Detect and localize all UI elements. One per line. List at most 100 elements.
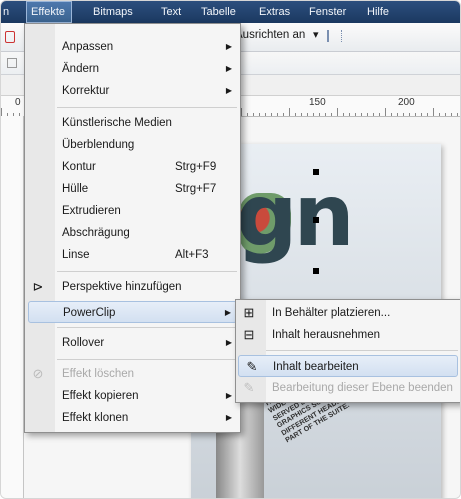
menu-item-inhalt-herausnehmen[interactable]: ⊟ Inhalt herausnehmen <box>236 324 460 346</box>
menu-item-inhalt-bearbeiten[interactable]: ✎ Inhalt bearbeiten <box>238 355 458 377</box>
ruler-tick <box>325 113 326 116</box>
ruler-tick <box>439 113 440 116</box>
ruler-tick <box>319 113 320 116</box>
ruler-tick <box>457 113 458 116</box>
menu-item-rollover[interactable]: Rollover ▶ <box>25 332 240 354</box>
menu-item-effekt-klonen[interactable]: Effekt klonen ▶ <box>25 407 240 429</box>
ruler-label: 200 <box>398 97 415 108</box>
menu-separator <box>57 359 237 360</box>
submenu-arrow-icon: ▶ <box>225 338 232 347</box>
menu-item-label: Anpassen <box>62 41 114 53</box>
ruler-tick <box>253 113 254 116</box>
ruler-tick <box>379 113 380 116</box>
menu-fenster[interactable]: Fenster <box>309 1 346 23</box>
submenu-arrow-icon: ▶ <box>224 308 231 317</box>
menu-bitmaps[interactable]: Bitmaps <box>93 1 133 23</box>
ruler-tick <box>295 113 296 116</box>
ruler-tick <box>247 113 248 116</box>
menu-item-kontur[interactable]: Kontur Strg+F9 <box>25 156 240 178</box>
menu-item-label: PowerClip <box>63 307 116 319</box>
menu-item-bearbeitung-beenden: ✎ Bearbeitung dieser Ebene beenden <box>236 377 460 399</box>
ruler-tick <box>1 108 2 116</box>
effekte-menu: Anpassen ▶ Ändern ▶ Korrektur ▶ Künstlerisc… <box>24 23 241 433</box>
menu-item-linse[interactable]: Linse Alt+F3 <box>25 244 240 266</box>
menu-separator <box>57 107 237 108</box>
menu-item-huelle[interactable]: Hülle Strg+F7 <box>25 178 240 200</box>
shortcut-label: Strg+F9 <box>175 161 217 173</box>
ruler-tick <box>277 113 278 116</box>
ruler-label: 150 <box>309 97 326 108</box>
menu-effekte[interactable]: Effekte <box>26 1 72 23</box>
app-window: n Effekte Bitmaps Text Tabelle Extras Fe… <box>0 0 461 499</box>
ruler-tick <box>271 113 272 116</box>
menu-item-label: Kontur <box>62 161 96 173</box>
align-guides-icon[interactable] <box>327 30 342 42</box>
ruler-tick <box>451 113 452 116</box>
menu-item-label: Effekt kopieren <box>62 390 139 402</box>
menu-item-label: Überblendung <box>62 139 135 151</box>
menu-item-effekt-loeschen: ⊘ Effekt löschen <box>25 363 240 385</box>
menu-item-in-behaelter-platzieren[interactable]: ⊞ In Behälter platzieren... <box>236 302 460 324</box>
menu-item-aendern[interactable]: Ändern ▶ <box>25 58 240 80</box>
page-icon[interactable] <box>7 58 17 68</box>
menu-item-effekt-kopieren[interactable]: Effekt kopieren ▶ <box>25 385 240 407</box>
ruler-tick <box>367 113 368 116</box>
menu-item-extrudieren[interactable]: Extrudieren <box>25 200 240 222</box>
selection-handle[interactable] <box>313 217 319 223</box>
menu-separator <box>266 350 458 351</box>
menu-item-label: Rollover <box>62 337 105 349</box>
submenu-arrow-icon: ▶ <box>225 391 232 400</box>
submenu-arrow-icon: ▶ <box>225 413 232 422</box>
menu-item-label: Perspektive hinzufügen <box>62 281 182 293</box>
ruler-tick <box>313 113 314 116</box>
menu-item-label: Ändern <box>62 63 100 75</box>
ruler-tick <box>403 113 404 116</box>
shortcut-label: Strg+F7 <box>175 183 217 195</box>
ruler-tick <box>445 113 446 116</box>
menu-item-anpassen[interactable]: Anpassen ▶ <box>25 36 240 58</box>
selection-handle[interactable] <box>313 268 319 274</box>
submenu-arrow-icon: ▶ <box>225 86 232 95</box>
menu-item-label: In Behälter platzieren... <box>272 307 391 319</box>
menu-item-korrektur[interactable]: Korrektur ▶ <box>25 80 240 102</box>
selection-handle[interactable] <box>313 169 319 175</box>
menu-partial-item[interactable]: n <box>3 1 9 23</box>
finish-editing-icon: ✎ <box>243 380 255 395</box>
align-to-label[interactable]: Ausrichten an <box>235 29 305 41</box>
ruler-tick <box>349 113 350 116</box>
ruler-label: 0 <box>15 97 21 108</box>
ruler-tick <box>337 108 338 116</box>
menu-tabelle[interactable]: Tabelle <box>201 1 236 23</box>
menu-item-ueberblendung[interactable]: Überblendung <box>25 134 240 156</box>
ruler-tick <box>373 113 374 116</box>
ruler-tick <box>331 113 332 116</box>
menu-bar: n Effekte Bitmaps Text Tabelle Extras Fe… <box>1 1 460 23</box>
ruler-tick <box>427 113 428 116</box>
ruler-tick <box>433 108 434 116</box>
headline-text-object[interactable]: gn <box>236 166 355 266</box>
place-in-container-icon: ⊞ <box>243 305 255 320</box>
menu-extras[interactable]: Extras <box>259 1 290 23</box>
menu-separator <box>57 271 237 272</box>
menu-item-perspektive[interactable]: ⊳ Perspektive hinzufügen <box>25 276 240 298</box>
ruler-tick <box>385 108 386 116</box>
ruler-tick <box>397 113 398 116</box>
ruler-tick <box>343 113 344 116</box>
ruler-tick <box>283 113 284 116</box>
menu-item-kuenstlerische-medien[interactable]: Künstlerische Medien <box>25 112 240 134</box>
chevron-down-icon[interactable]: ▾ <box>313 28 319 41</box>
ruler-tick <box>307 113 308 116</box>
menu-hilfe[interactable]: Hilfe <box>367 1 389 23</box>
menu-text[interactable]: Text <box>161 1 181 23</box>
menu-item-label: Inhalt herausnehmen <box>272 329 381 341</box>
vertical-ruler <box>1 116 24 498</box>
perspective-icon: ⊳ <box>32 279 44 294</box>
menu-item-label: Linse <box>62 249 90 261</box>
toolbar-icon[interactable] <box>5 31 15 43</box>
submenu-arrow-icon: ▶ <box>225 42 232 51</box>
ruler-tick <box>391 113 392 116</box>
extract-contents-icon: ⊟ <box>243 327 255 342</box>
menu-item-label: Künstlerische Medien <box>62 117 172 129</box>
menu-item-abschraegung[interactable]: Abschrägung <box>25 222 240 244</box>
menu-item-powerclip[interactable]: PowerClip ▶ <box>28 301 237 323</box>
